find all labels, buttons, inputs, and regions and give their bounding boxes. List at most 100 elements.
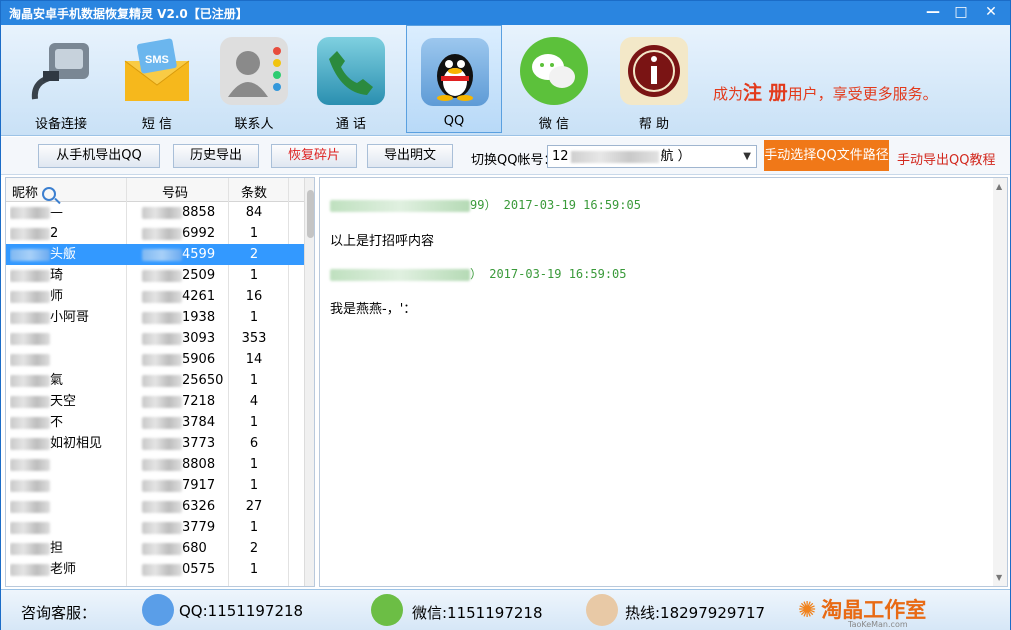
column-header-name[interactable]: 昵称 [12, 182, 57, 201]
toolbar-wechat[interactable]: 微 信 [506, 25, 602, 133]
help-info-icon [620, 37, 688, 105]
number-text: 25650 [182, 373, 224, 388]
redacted-text [10, 311, 50, 324]
app-window: 淘晶安卓手机数据恢复精灵 V2.0【已注册】 — □ ✕ 设备连接 SMS 短 … [0, 0, 1011, 630]
export-plaintext-button[interactable]: 导出明文 [367, 144, 453, 168]
table-row[interactable]: 7917 1 [6, 475, 304, 496]
register-promo[interactable]: 成为注 册用户，享受更多服务。 [713, 78, 938, 105]
table-row[interactable]: 老师 0575 1 [6, 559, 304, 580]
number-text: 3093 [182, 331, 216, 346]
action-row: 从手机导出QQ 历史导出 恢复碎片 导出明文 切换QQ帐号： 12 航 ） ▼ 手… [1, 137, 1010, 175]
wechat-icon [520, 37, 588, 105]
message-timestamp: ） 2017-03-19 16:59:05 [470, 267, 627, 281]
nickname-text: 不 [50, 415, 64, 430]
table-row[interactable]: 小阿哥 1938 1 [6, 307, 304, 328]
logo-text: 淘晶工作室 [821, 598, 927, 622]
manual-select-path-button[interactable]: 手动选择QQ文件路径 [764, 140, 889, 171]
toolbar-help[interactable]: 帮 助 [606, 25, 702, 133]
toolbar-calls[interactable]: 通 话 [303, 25, 399, 133]
phone-call-icon [317, 37, 385, 105]
toolbar-contacts[interactable]: 联系人 [206, 25, 302, 133]
table-header: 昵称 号码 条数 [6, 178, 314, 202]
table-row[interactable]: 如初相见 3773 6 [6, 433, 304, 454]
table-row[interactable]: 2 6992 1 [6, 223, 304, 244]
redacted-text [142, 395, 182, 408]
minimize-button[interactable]: — [918, 1, 948, 23]
cell-number: 0575 [142, 559, 232, 580]
service-label: 咨询客服： [21, 604, 97, 622]
close-button[interactable]: ✕ [976, 1, 1006, 23]
table-row[interactable]: 天空 7218 4 [6, 391, 304, 412]
recover-fragments-button[interactable]: 恢复碎片 [271, 144, 357, 168]
cell-nickname [10, 496, 126, 517]
redacted-text [142, 542, 182, 555]
table-row[interactable]: 6326 27 [6, 496, 304, 517]
redacted-text [10, 437, 50, 450]
number-text: 4261 [182, 289, 216, 304]
redacted-text [142, 521, 182, 534]
redacted-text [10, 521, 50, 534]
table-row[interactable]: 担 680 2 [6, 538, 304, 559]
cell-count: 2 [249, 541, 259, 556]
table-row[interactable]: 氣 25650 1 [6, 370, 304, 391]
wechat-contact: 微信:1151197218 [412, 604, 543, 622]
redacted-text [142, 563, 182, 576]
toolbar-device-connect[interactable]: 设备连接 [13, 25, 109, 133]
cell-number: 7218 [142, 391, 232, 412]
number-text: 4599 [182, 247, 216, 262]
table-row[interactable]: 不 3784 1 [6, 412, 304, 433]
table-row[interactable]: 师 4261 16 [6, 286, 304, 307]
number-text: 5906 [182, 352, 216, 367]
toolbar-sms[interactable]: SMS 短 信 [109, 25, 205, 133]
redacted-text [142, 416, 182, 429]
redacted-text [142, 353, 182, 366]
nickname-text: 琦 [50, 268, 64, 283]
logo-subtext: TaoKeMan.com [848, 620, 908, 629]
main-toolbar: 设备连接 SMS 短 信 联系人 通 话 QQ 微 信 帮 助 成为注 册用户，… [1, 25, 1010, 136]
table-row[interactable]: — 8858 84 [6, 202, 304, 223]
cell-count: 1 [249, 478, 259, 493]
redacted-text [142, 458, 182, 471]
redacted-text [10, 563, 50, 576]
table-row[interactable]: 头舨 4599 2 [6, 244, 304, 265]
cell-nickname: 天空 [10, 391, 126, 412]
scroll-down-icon[interactable]: ▼ [996, 573, 1002, 582]
table-row[interactable]: 3779 1 [6, 517, 304, 538]
history-export-button[interactable]: 历史导出 [173, 144, 259, 168]
number-text: 3773 [182, 436, 216, 451]
chevron-down-icon[interactable]: ▼ [743, 146, 751, 167]
search-icon[interactable] [42, 186, 57, 201]
nickname-text: 老师 [50, 562, 77, 577]
cell-number: 6992 [142, 223, 232, 244]
table-row[interactable]: 琦 2509 1 [6, 265, 304, 286]
redacted-text [330, 199, 470, 212]
table-row[interactable]: 5906 14 [6, 349, 304, 370]
account-suffix: 航 ） [660, 149, 691, 164]
column-header-count[interactable]: 条数 [241, 182, 267, 201]
manual-tutorial-link[interactable]: 手动导出QQ教程 [897, 149, 995, 168]
toolbar-qq[interactable]: QQ [406, 25, 502, 133]
table-row[interactable]: 8808 1 [6, 454, 304, 475]
qq-account-select[interactable]: 12 航 ） ▼ [547, 145, 757, 168]
scroll-up-icon[interactable]: ▲ [996, 182, 1002, 191]
person-icon [586, 594, 618, 626]
redacted-text [142, 269, 182, 282]
maximize-button[interactable]: □ [946, 1, 976, 23]
number-text: 6326 [182, 499, 216, 514]
cell-count: 1 [249, 268, 259, 283]
toolbar-label: 设备连接 [34, 117, 87, 132]
table-row[interactable]: 3093 353 [6, 328, 304, 349]
title-bar: 淘晶安卓手机数据恢复精灵 V2.0【已注册】 — □ ✕ [1, 1, 1010, 25]
scrollbar-thumb[interactable] [307, 190, 314, 238]
cell-nickname [10, 454, 126, 475]
hotline-contact: 热线:18297929717 [625, 604, 766, 622]
cell-nickname: 担 [10, 538, 126, 559]
cell-nickname: 师 [10, 286, 126, 307]
column-header-number[interactable]: 号码 [162, 182, 188, 201]
message-scrollbar[interactable]: ▲ ▼ [993, 178, 1007, 586]
table-scrollbar[interactable] [304, 178, 314, 586]
cell-nickname: 琦 [10, 265, 126, 286]
number-text: 0575 [182, 562, 216, 577]
redacted-text [10, 542, 50, 555]
export-from-phone-button[interactable]: 从手机导出QQ [38, 144, 160, 168]
